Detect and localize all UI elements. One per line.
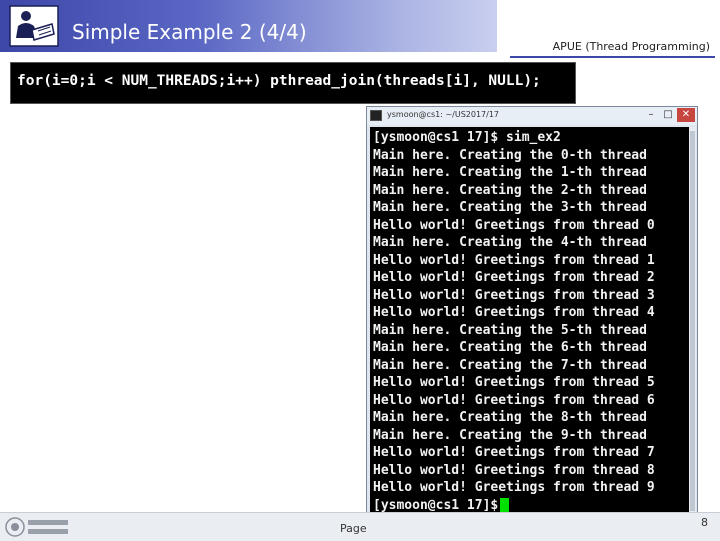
terminal-line-text: Hello world! Greetings from thread 5 (373, 375, 655, 390)
terminal-line-text: Main here. Creating the 1-th thread (373, 165, 647, 180)
minimize-button[interactable]: – (643, 108, 659, 122)
terminal-line-text: Hello world! Greetings from thread 2 (373, 270, 655, 285)
terminal-scrollbar[interactable] (689, 127, 696, 523)
terminal-app-icon (370, 110, 382, 121)
terminal-line-text: Hello world! Greetings from thread 3 (373, 287, 655, 303)
terminal-window[interactable]: ysmoon@cs1: ~/US2017/17 – □ ✕ [ysmoon@cs… (366, 106, 698, 526)
terminal-line: Main here. Creating the 4-th thread (373, 234, 655, 252)
terminal-line: Hello world! Greetings from thread 8 (373, 462, 655, 480)
terminal-line-text: Hello world! Greetings from thread 6 (373, 392, 655, 408)
terminal-line-text: Main here. Creating the 2-th thread (373, 182, 647, 198)
terminal-lines: [ysmoon@cs1 17]$ sim_ex2 Main here. Creat… (373, 129, 655, 514)
scrollbar-thumb[interactable] (690, 131, 695, 511)
terminal-line-text: Main here. Creating the 7-th thread (373, 357, 647, 373)
terminal-line: Hello world! Greetings from thread 7 (373, 444, 655, 462)
code-banner: for(i=0;i < NUM_THREADS;i++) pthread_joi… (10, 62, 576, 104)
code-snippet: for(i=0;i < NUM_THREADS;i++) pthread_joi… (17, 73, 541, 89)
terminal-line: Main here. Creating the 6-th thread (373, 339, 655, 357)
terminal-line: Main here. Creating the 7-th thread (373, 357, 655, 375)
terminal-line-text: Main here. Creating the 0-th thread (373, 147, 647, 163)
terminal-line-text: Hello world! Greetings from thread 1 (373, 252, 655, 268)
subject-underline (510, 56, 715, 58)
terminal-line-text: Hello world! Greetings from thread 0 (373, 217, 655, 233)
terminal-titlebar[interactable]: ysmoon@cs1: ~/US2017/17 – □ ✕ (367, 107, 697, 125)
terminal-line-text: Main here. Creating the 8-th thread (373, 410, 647, 425)
terminal-line: Main here. Creating the 2-th thread (373, 182, 655, 200)
terminal-line: Hello world! Greetings from thread 5 (373, 374, 655, 392)
terminal-line: Main here. Creating the 5-th thread (373, 322, 655, 340)
terminal-line-text: Hello world! Greetings from thread 4 (373, 305, 655, 320)
terminal-line: Hello world! Greetings from thread 2 (373, 269, 655, 287)
terminal-cursor (500, 497, 510, 513)
terminal-output[interactable]: [ysmoon@cs1 17]$ sim_ex2 Main here. Creat… (370, 127, 689, 523)
maximize-button[interactable]: □ (660, 108, 676, 122)
terminal-line-text: Hello world! Greetings from thread 7 (373, 445, 655, 460)
terminal-line: Hello world! Greetings from thread 4 (373, 304, 655, 322)
terminal-line: Hello world! Greetings from thread 6 (373, 392, 655, 410)
close-button[interactable]: ✕ (677, 108, 695, 122)
terminal-window-title: ysmoon@cs1: ~/US2017/17 (387, 110, 500, 119)
slide-title: Simple Example 2 (4/4) (72, 20, 307, 44)
person-reading-icon (9, 5, 59, 47)
university-logo-icon (5, 517, 68, 537)
terminal-line: Hello world! Greetings from thread 0 (373, 217, 655, 235)
terminal-line-text: Main here. Creating the 9-th thread (373, 427, 647, 443)
terminal-line-text: [ysmoon@cs1 17]$ sim_ex2 (373, 130, 561, 145)
terminal-line-text: Main here. Creating the 5-th thread (373, 322, 647, 338)
terminal-line: Hello world! Greetings from thread 3 (373, 287, 655, 305)
terminal-line: Main here. Creating the 1-th thread (373, 164, 655, 182)
terminal-line-text: Hello world! Greetings from thread 8 (373, 462, 655, 478)
page-number: 8 (701, 516, 708, 529)
terminal-line-text: Main here. Creating the 4-th thread (373, 235, 647, 250)
terminal-line: Main here. Creating the 0-th thread (373, 147, 655, 165)
terminal-line-text: Hello world! Greetings from thread 9 (373, 480, 655, 495)
terminal-line: Hello world! Greetings from thread 1 (373, 252, 655, 270)
terminal-line-text: Main here. Creating the 6-th thread (373, 340, 647, 355)
footer-page-label: Page (340, 522, 367, 535)
slide-title-bar: Simple Example 2 (4/4) (0, 0, 497, 52)
terminal-line: Main here. Creating the 9-th thread (373, 427, 655, 445)
terminal-line: Main here. Creating the 8-th thread (373, 409, 655, 427)
terminal-line-text: Main here. Creating the 3-th thread (373, 200, 647, 215)
terminal-line-text: [ysmoon@cs1 17]$ (373, 497, 499, 513)
subject-tag: APUE (Thread Programming) (552, 40, 710, 53)
terminal-line: [ysmoon@cs1 17]$ sim_ex2 (373, 129, 655, 147)
terminal-line: Hello world! Greetings from thread 9 (373, 479, 655, 497)
terminal-line: Main here. Creating the 3-th thread (373, 199, 655, 217)
